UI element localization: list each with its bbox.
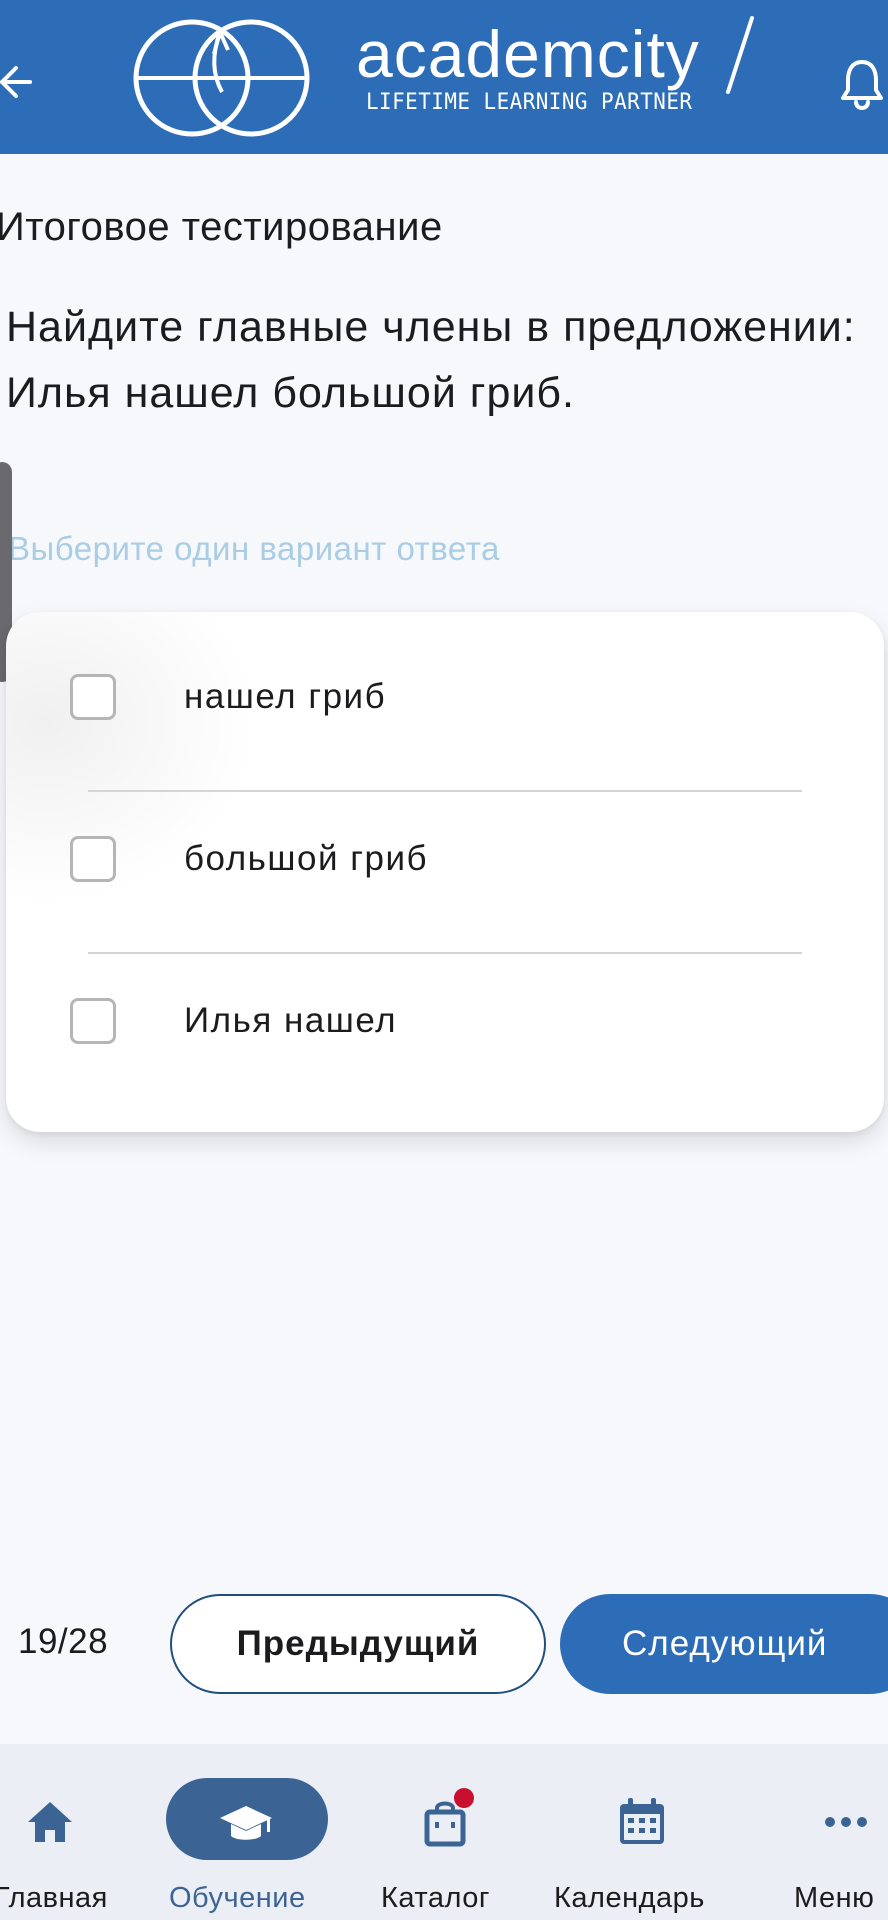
tab-label: Календарь [554, 1882, 705, 1914]
tab-label: Каталог [381, 1882, 490, 1914]
answer-options-card: нашел гриб большой гриб Илья нашел [6, 612, 884, 1132]
home-icon [28, 1802, 72, 1842]
tab-catalog[interactable]: Каталог [370, 1744, 520, 1920]
answer-hint: Выберите один вариант ответа [8, 530, 500, 567]
tab-home[interactable]: Главная [0, 1744, 130, 1920]
question-text: Найдите главные члены в предложении: Иль… [6, 303, 856, 417]
arrow-left-icon [0, 66, 32, 98]
next-button[interactable]: Следующий [560, 1594, 888, 1694]
tab-label: Главная [0, 1882, 108, 1914]
calendar-icon [620, 1798, 664, 1844]
more-dots-icon [825, 1817, 867, 1827]
app-header: academcity LIFETIME LEARNING PARTNER [0, 0, 888, 154]
option-checkbox[interactable] [70, 997, 116, 1044]
bell-icon [841, 60, 883, 111]
academcity-logo: academcity LIFETIME LEARNING PARTNER [128, 14, 764, 142]
catalog-badge-dot [454, 1788, 474, 1808]
bottom-tab-bar: Главная Обучение Каталог Календарь Меню [0, 1744, 888, 1920]
back-button[interactable] [0, 58, 38, 106]
tab-menu[interactable]: Меню [780, 1744, 888, 1920]
option-label: Илья нашел [184, 1000, 398, 1040]
tab-label: Меню [794, 1882, 875, 1914]
option-1[interactable]: нашел гриб [6, 616, 884, 777]
tab-learning[interactable]: Обучение [160, 1744, 340, 1920]
option-label: нашел гриб [184, 676, 387, 716]
test-title: Итоговое тестирование [0, 205, 443, 249]
notifications-button[interactable] [838, 56, 886, 112]
graduation-cap-icon [220, 1806, 272, 1840]
previous-button[interactable]: Предыдущий [170, 1594, 546, 1694]
question-counter: 19/28 [18, 1622, 109, 1661]
logo-name: academcity [356, 17, 700, 91]
app-screen: academcity LIFETIME LEARNING PARTNER Ито… [0, 0, 888, 1920]
option-3[interactable]: Илья нашел [6, 940, 884, 1101]
logo-tagline: LIFETIME LEARNING PARTNER [366, 90, 693, 115]
tab-calendar[interactable]: Календарь [550, 1744, 740, 1920]
option-2[interactable]: большой гриб [6, 778, 884, 939]
option-label: большой гриб [184, 838, 429, 878]
option-checkbox[interactable] [70, 673, 116, 720]
option-checkbox[interactable] [70, 835, 116, 882]
tab-label: Обучение [169, 1882, 306, 1914]
